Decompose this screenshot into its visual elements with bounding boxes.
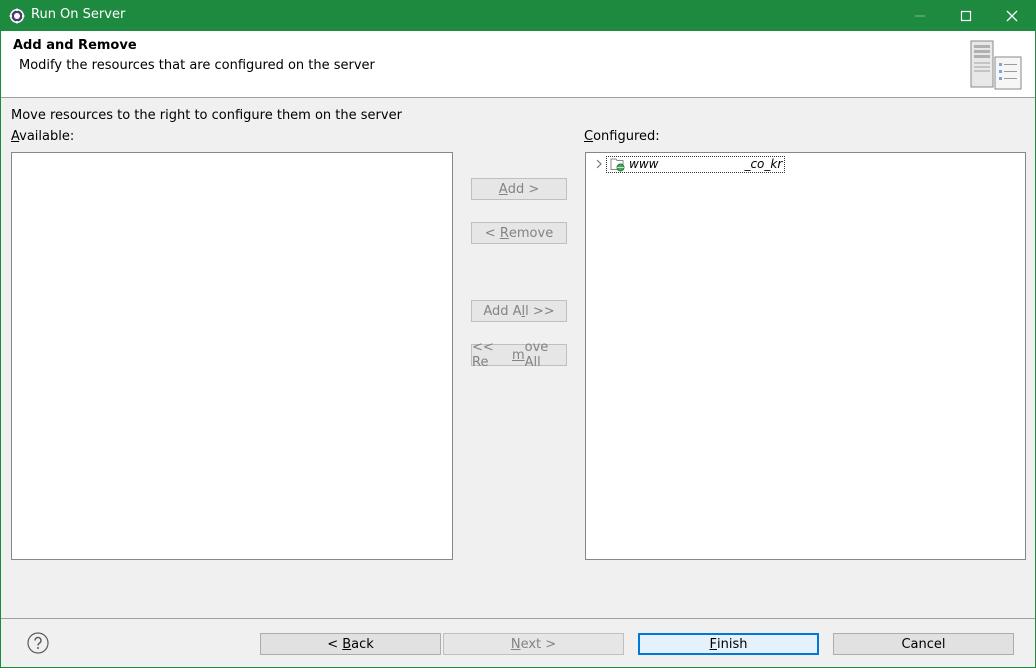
eclipse-gear-icon <box>9 8 25 24</box>
chevron-right-icon <box>596 159 602 169</box>
back-button[interactable]: < Back <box>260 633 441 655</box>
title-bar[interactable]: Run On Server <box>1 1 1035 31</box>
wizard-header: Add and Remove Modify the resources that… <box>1 31 1035 98</box>
next-button[interactable]: Next > <box>443 633 624 655</box>
instruction-text: Move resources to the right to configure… <box>11 108 402 123</box>
server-icon <box>970 40 1022 90</box>
page-description: Modify the resources that are configured… <box>19 58 375 73</box>
close-button[interactable] <box>989 1 1035 31</box>
configured-list[interactable]: www _co_kr <box>585 152 1026 560</box>
configured-label: Configured: <box>584 129 660 144</box>
add-button[interactable]: Add > <box>471 178 567 200</box>
close-icon <box>1006 10 1018 22</box>
minimize-icon <box>915 15 925 17</box>
maximize-button[interactable] <box>943 1 989 31</box>
cancel-button[interactable]: Cancel <box>833 633 1014 655</box>
web-project-icon <box>610 158 625 172</box>
expand-arrow-button[interactable] <box>594 155 604 173</box>
help-icon[interactable] <box>27 632 49 654</box>
remove-all-button[interactable]: << Re m ove All <box>471 340 567 370</box>
finish-button[interactable]: Finish <box>638 633 819 655</box>
configured-project-item[interactable]: www _co_kr <box>606 155 786 173</box>
page-title: Add and Remove <box>13 38 137 53</box>
tree-row[interactable]: www _co_kr <box>594 155 786 173</box>
remove-button[interactable]: < Remove <box>471 222 567 244</box>
window-title: Run On Server <box>31 7 126 22</box>
run-on-server-dialog: Run On Server Add and Remove Modify the … <box>0 0 1036 668</box>
minimize-button[interactable] <box>897 1 943 31</box>
project-name-start: www <box>629 157 659 171</box>
available-label: Available: <box>11 129 75 144</box>
maximize-icon <box>960 10 972 22</box>
available-list[interactable] <box>11 152 453 560</box>
footer-separator <box>1 618 1035 619</box>
project-name-end: _co_kr <box>744 157 783 171</box>
add-all-button[interactable]: Add All >> <box>471 300 567 322</box>
